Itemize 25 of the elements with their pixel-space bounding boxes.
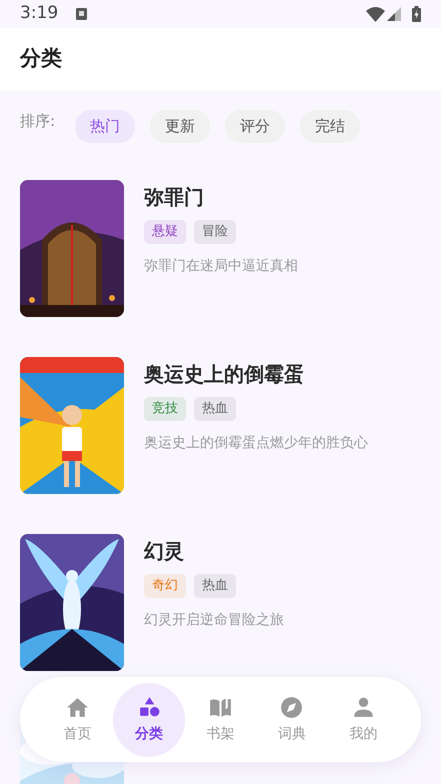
- page-title: 分类: [20, 45, 62, 72]
- keyboard-icon: [76, 8, 88, 20]
- status-time: 3:19: [20, 2, 58, 26]
- sort-label: 排序:: [20, 111, 56, 132]
- book-title[interactable]: 幻灵: [144, 536, 284, 566]
- genre-tag: 奇幻: [144, 574, 186, 598]
- sort-chip[interactable]: 评分: [225, 110, 286, 142]
- battery-icon: [412, 6, 421, 22]
- signal-icon: [387, 7, 401, 21]
- sort-chip[interactable]: 完结: [300, 110, 360, 142]
- genre-tag: 热血: [194, 397, 236, 420]
- sort-chip[interactable]: 更新: [150, 110, 210, 142]
- book-title[interactable]: 弥罪门: [144, 182, 298, 212]
- nav-tab[interactable]: 分类: [113, 682, 185, 756]
- genre-tag: 竞技: [144, 397, 186, 420]
- compass-icon: [279, 694, 304, 720]
- genre-tag: 冒险: [194, 220, 236, 244]
- book-summary: 幻灵开启逆命冒险之旅: [144, 610, 284, 630]
- sort-chip[interactable]: 热门: [75, 110, 136, 142]
- genre-tag: 悬疑: [144, 220, 186, 244]
- genre-tag: 热血: [194, 574, 236, 598]
- book-summary: 弥罪门在迷局中逼近真相: [144, 256, 298, 276]
- wifi-icon: [366, 6, 385, 22]
- book-summary: 奥运史上的倒霉蛋点燃少年的胜负心: [144, 434, 368, 452]
- book-title[interactable]: 奥运史上的倒霉蛋: [144, 359, 368, 389]
